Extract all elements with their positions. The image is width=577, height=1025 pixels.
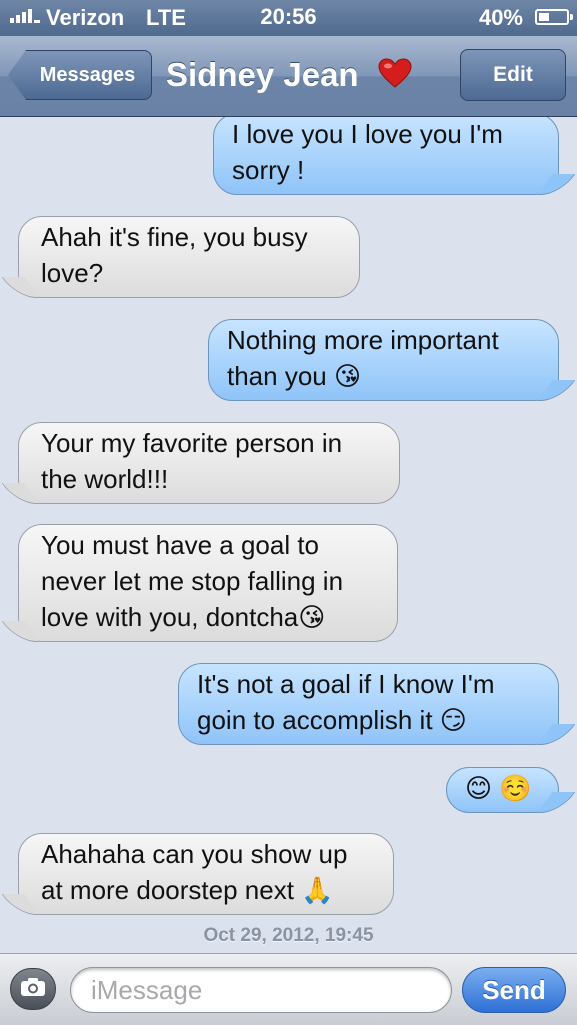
message-bubble-received[interactable]: Ahah it's fine, you busy love? [18, 216, 360, 298]
message-input[interactable] [70, 967, 452, 1013]
send-button-label: Send [482, 974, 546, 1005]
nav-bar: Messages Sidney Jean Edit [0, 36, 577, 117]
message-text: Ahahaha can you show up at more doorstep… [41, 839, 348, 905]
message-text: It's not a goal if I know I'm goin to ac… [197, 669, 495, 735]
message-bubble-received[interactable]: Your my favorite person in the world!!! [18, 422, 400, 504]
back-button-messages[interactable]: Messages [8, 50, 152, 100]
camera-icon [20, 977, 46, 1002]
message-timestamp: Oct 29, 2012, 19:45 [203, 925, 374, 946]
status-bar: Verizon LTE 20:56 40% [0, 0, 577, 36]
back-button-label: Messages [39, 63, 136, 86]
message-text: Nothing more important than you 😘 [227, 325, 499, 391]
message-text: 😊 ☺️ [465, 773, 532, 803]
message-thread[interactable]: I love you I love you I'm sorry ! Ahah i… [0, 117, 577, 953]
heart-icon [378, 58, 412, 96]
message-bubble-received[interactable]: Ahahaha can you show up at more doorstep… [18, 833, 394, 915]
message-bubble-sent[interactable]: I love you I love you I'm sorry ! [213, 117, 559, 195]
compose-bar: Send [0, 953, 577, 1025]
edit-button-label: Edit [493, 63, 533, 86]
camera-button[interactable] [10, 968, 56, 1010]
message-bubble-sent[interactable]: Nothing more important than you 😘 [208, 319, 559, 401]
battery-percent: 40% [478, 5, 523, 30]
message-bubble-received[interactable]: You must have a goal to never let me sto… [18, 524, 398, 642]
battery-icon [535, 9, 573, 25]
conversation-title: Sidney Jean [166, 56, 412, 96]
message-text: Ahah it's fine, you busy love? [41, 222, 308, 288]
message-bubble-sent[interactable]: It's not a goal if I know I'm goin to ac… [178, 663, 559, 745]
message-text: I love you I love you I'm sorry ! [232, 119, 503, 185]
message-bubble-sent[interactable]: 😊 ☺️ [446, 767, 559, 813]
send-button[interactable]: Send [462, 967, 566, 1013]
contact-name: Sidney Jean [166, 56, 359, 93]
message-text: You must have a goal to never let me sto… [41, 530, 344, 632]
edit-button[interactable]: Edit [460, 49, 566, 101]
message-text: Your my favorite person in the world!!! [41, 428, 343, 494]
